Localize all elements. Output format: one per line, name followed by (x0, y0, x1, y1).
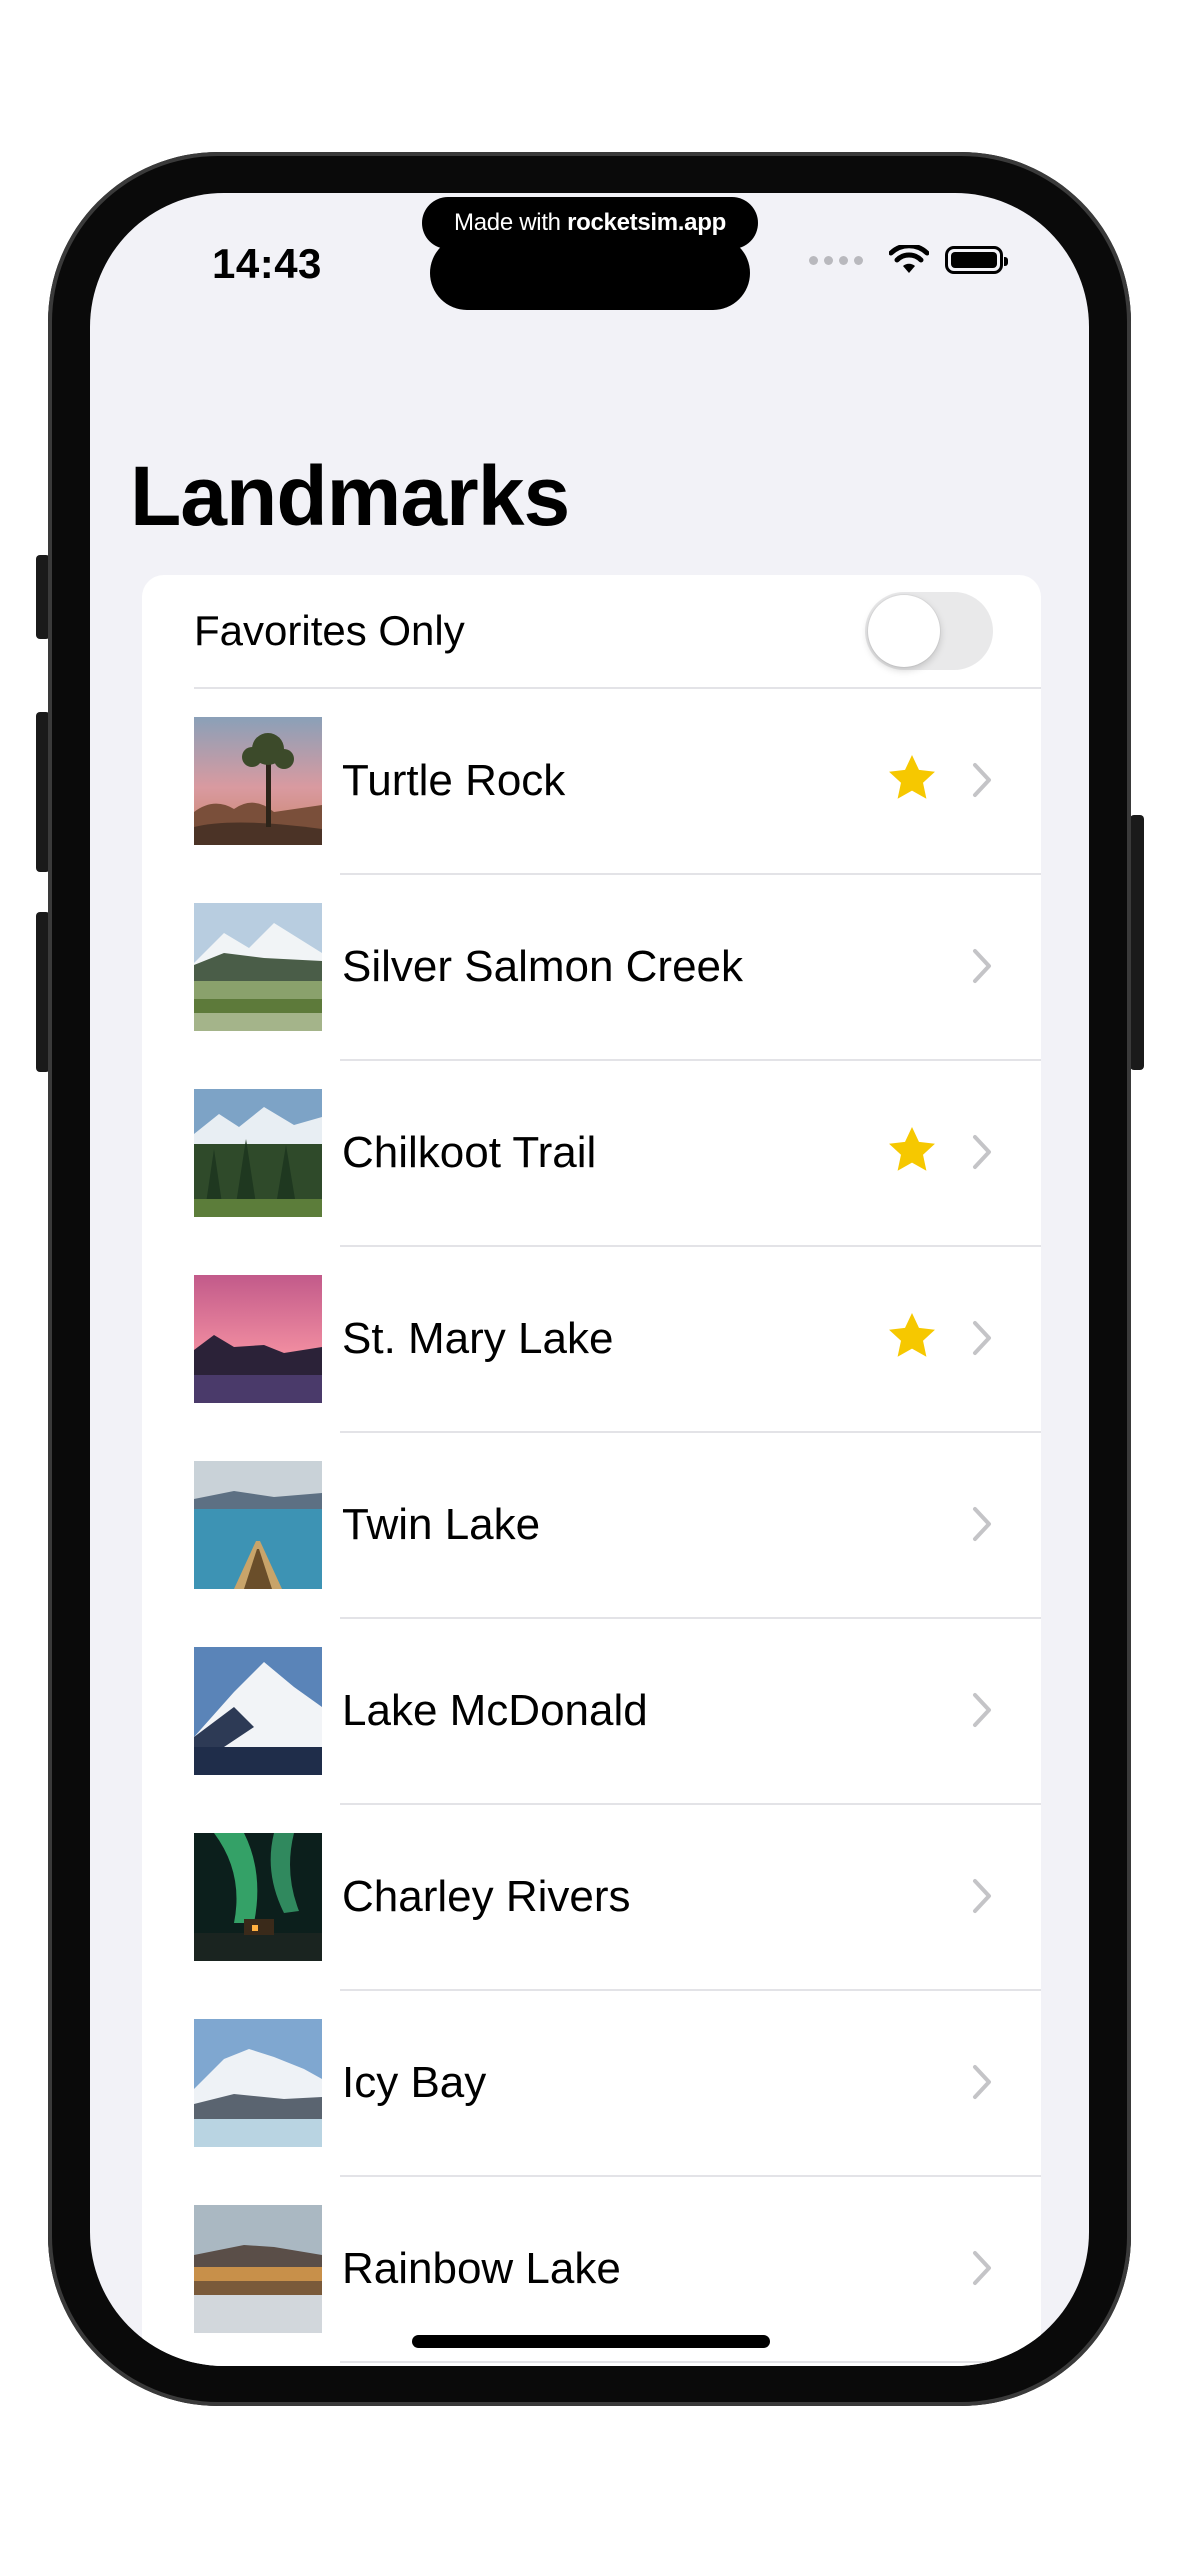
landmark-thumbnail (194, 2205, 322, 2333)
page-title: Landmarks (130, 449, 570, 543)
landmark-row-icy-bay[interactable]: Icy Bay (142, 1991, 1041, 2175)
screen: Made with rocketsim.app 14:43 Landmarks … (90, 193, 1089, 2366)
chevron-right-icon (973, 2065, 991, 2099)
landmark-row-lake-mcdonald[interactable]: Lake McDonald (142, 1619, 1041, 1803)
landmark-thumbnail (194, 1275, 322, 1403)
chevron-right-icon (973, 1135, 991, 1169)
landmark-thumbnail (194, 717, 322, 845)
landmark-list[interactable]: Favorites Only Turtle Rock Silver Salmon… (142, 575, 1041, 2366)
landmark-name: Rainbow Lake (342, 2244, 621, 2293)
favorite-star-icon (889, 1313, 935, 1357)
battery-icon (945, 246, 1008, 274)
status-time: 14:43 (212, 240, 322, 287)
landmark-thumbnail (194, 1089, 322, 1217)
divider (340, 2361, 1041, 2363)
landmark-row-turtle-rock[interactable]: Turtle Rock (142, 689, 1041, 873)
landmark-thumbnail (194, 1833, 322, 1961)
landmark-name: Charley Rivers (342, 1872, 631, 1921)
landmark-thumbnail (194, 1461, 322, 1589)
chevron-right-icon (973, 1879, 991, 1913)
favorite-star-icon (889, 1127, 935, 1171)
landmark-thumbnail (194, 903, 322, 1031)
landmark-thumbnail (194, 2019, 322, 2147)
badge-prefix: Made with (454, 209, 568, 236)
landmark-name: Lake McDonald (342, 1686, 648, 1735)
landmark-name: Silver Salmon Creek (342, 942, 744, 991)
chevron-right-icon (973, 1321, 991, 1355)
home-indicator[interactable] (412, 2335, 770, 2348)
landmark-name: Turtle Rock (342, 756, 566, 805)
landmark-name: Chilkoot Trail (342, 1128, 597, 1177)
status-icons (809, 245, 1008, 275)
landmark-name: St. Mary Lake (342, 1314, 614, 1363)
landmark-name: Twin Lake (342, 1500, 541, 1549)
landmark-row-chilkoot-trail[interactable]: Chilkoot Trail (142, 1061, 1041, 1245)
chevron-right-icon (973, 949, 991, 983)
landmark-thumbnail (194, 1647, 322, 1775)
favorites-toggle[interactable] (865, 592, 993, 670)
chevron-right-icon (973, 2251, 991, 2285)
favorite-star-icon (889, 755, 935, 799)
favorites-row: Favorites Only (142, 575, 1041, 687)
landmark-row-silver-salmon-creek[interactable]: Silver Salmon Creek (142, 875, 1041, 1059)
rocketsim-badge: Made with rocketsim.app (422, 197, 758, 249)
cellular-signal-icon (809, 255, 863, 265)
landmark-row-charley-rivers[interactable]: Charley Rivers (142, 1805, 1041, 1989)
wifi-icon (889, 245, 929, 273)
landmark-row-twin-lake[interactable]: Twin Lake (142, 1433, 1041, 1617)
toggle-knob (868, 595, 940, 667)
landmark-row-rainbow-lake[interactable]: Rainbow Lake (142, 2177, 1041, 2361)
badge-brand: rocketsim.app (567, 209, 726, 236)
chevron-right-icon (973, 763, 991, 797)
chevron-right-icon (973, 1693, 991, 1727)
landmark-row-st-mary-lake[interactable]: St. Mary Lake (142, 1247, 1041, 1431)
chevron-right-icon (973, 1507, 991, 1541)
landmark-name: Icy Bay (342, 2058, 487, 2107)
landmark-rows: Turtle Rock Silver Salmon Creek Chilkoot… (142, 689, 1041, 2363)
power-button (1130, 815, 1144, 1070)
favorites-label: Favorites Only (194, 607, 465, 654)
